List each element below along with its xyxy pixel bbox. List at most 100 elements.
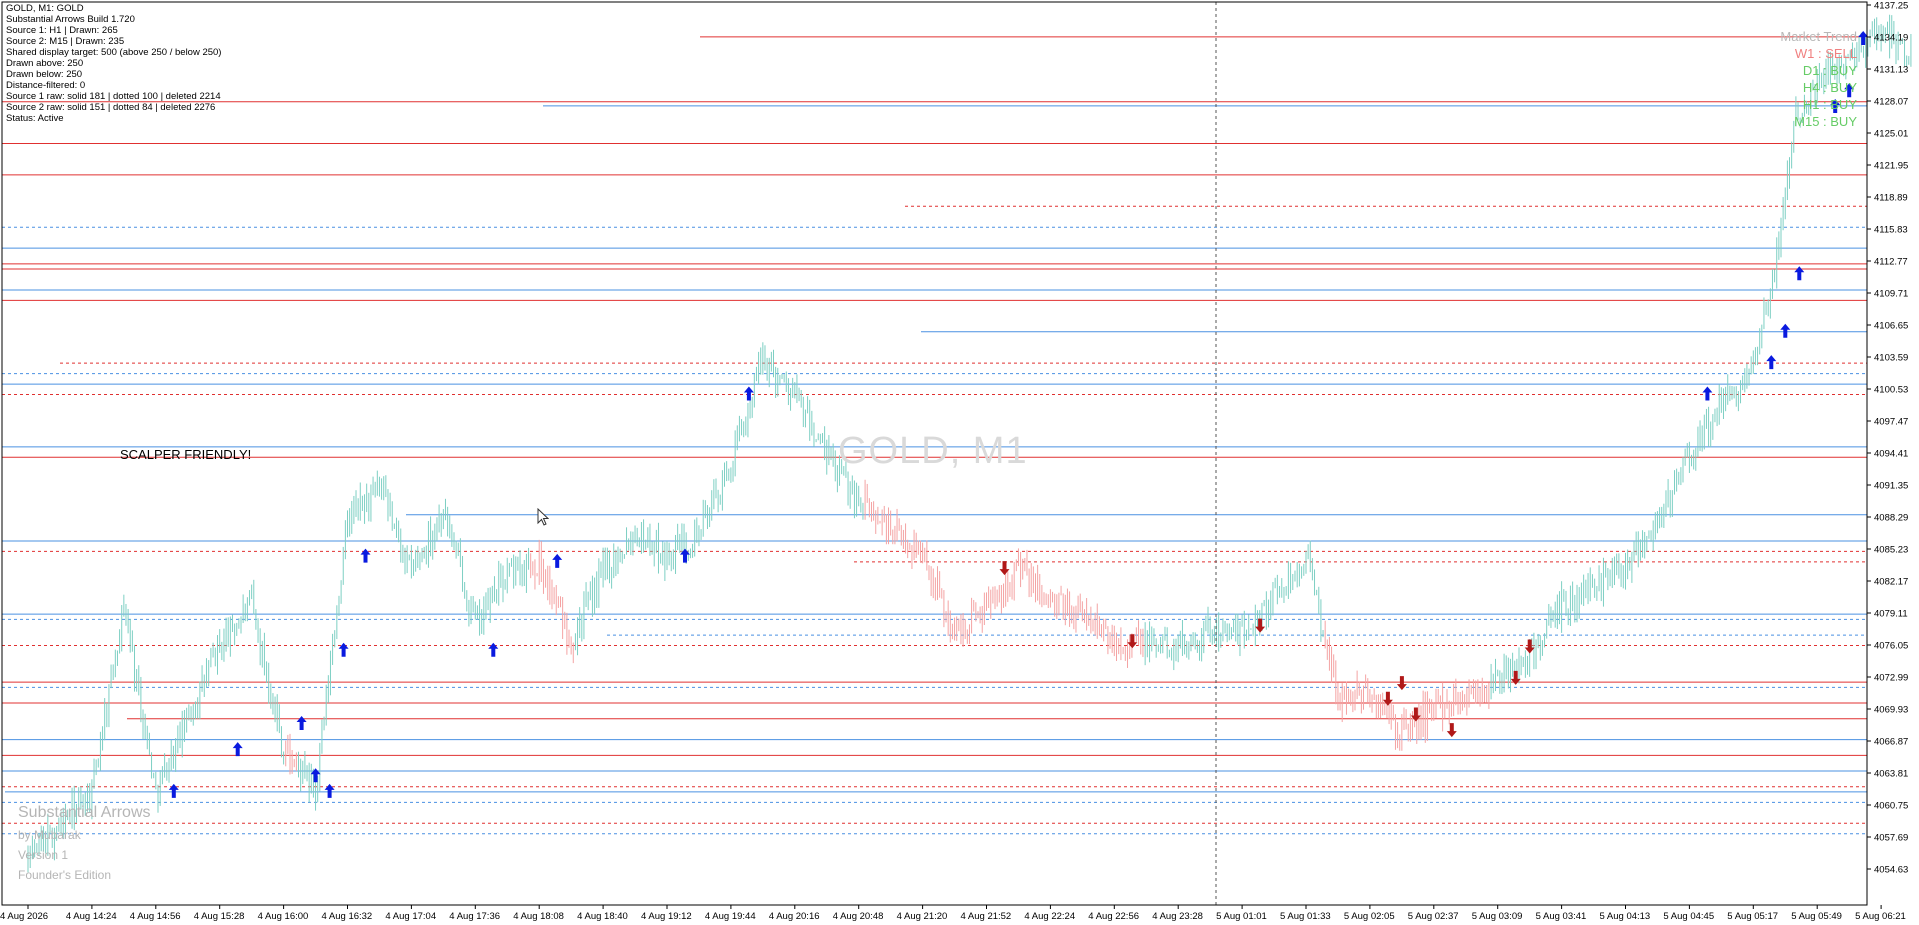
- time-label: 5 Aug 05:17: [1727, 911, 1778, 922]
- market-trend-panel: Market Trend W1 : SELL D1 : BUY H4 : BUY H1 …: [1780, 28, 1857, 130]
- info-line: Distance-filtered: 0: [6, 80, 86, 91]
- buy-arrow-icon: [338, 642, 349, 657]
- time-label: 5 Aug 05:49: [1791, 911, 1842, 922]
- time-label: 5 Aug 01:33: [1280, 911, 1331, 922]
- price-label: 4128.07: [1874, 97, 1908, 108]
- price-label: 4115.83: [1874, 225, 1908, 236]
- price-label: 4079.11: [1874, 609, 1908, 620]
- time-label: 4 Aug 16:32: [322, 911, 373, 922]
- time-label: 4 Aug 21:52: [961, 911, 1012, 922]
- buy-arrow-icon: [296, 715, 307, 730]
- branding-title: Substantial Arrows: [18, 804, 151, 821]
- info-line: Source 1 raw: solid 181 | dotted 100 | d…: [6, 91, 221, 102]
- sell-arrow-icon: [1396, 676, 1407, 691]
- time-label: 4 Aug 18:40: [577, 911, 628, 922]
- buy-arrow-icon: [232, 742, 243, 757]
- info-line: Status: Active: [6, 113, 64, 124]
- price-label: 4085.23: [1874, 545, 1908, 556]
- time-label: 4 Aug 22:56: [1088, 911, 1139, 922]
- time-label: 4 Aug 2026: [0, 911, 48, 922]
- info-line: Shared display target: 500 (above 250 / …: [6, 47, 222, 58]
- sell-arrow-icon: [1446, 723, 1457, 738]
- buy-arrow-icon: [1794, 266, 1805, 281]
- time-label: 5 Aug 02:05: [1344, 911, 1395, 922]
- price-label: 4066.87: [1874, 737, 1908, 748]
- time-label: 5 Aug 04:45: [1663, 911, 1714, 922]
- sell-arrow-icon: [1127, 634, 1138, 649]
- price-label: 4131.13: [1874, 65, 1908, 76]
- buy-arrow-icon: [488, 642, 499, 657]
- info-line: Drawn below: 250: [6, 69, 83, 80]
- time-label: 4 Aug 15:28: [194, 911, 245, 922]
- time-label: 4 Aug 19:12: [641, 911, 692, 922]
- price-label: 4109.71: [1874, 289, 1908, 300]
- time-label: 4 Aug 18:08: [513, 911, 564, 922]
- price-label: 4112.77: [1874, 257, 1908, 268]
- info-line: Source 2 raw: solid 151 | dotted 84 | de…: [6, 102, 216, 113]
- time-label: 4 Aug 21:20: [897, 911, 948, 922]
- trend-line: M15 : BUY: [1794, 114, 1857, 129]
- time-label: 5 Aug 06:21: [1855, 911, 1906, 922]
- scalper-label: SCALPER FRIENDLY!: [120, 447, 252, 462]
- price-label: 4125.01: [1874, 129, 1908, 140]
- time-label: 4 Aug 14:24: [66, 911, 117, 922]
- buy-arrow-icon: [1702, 386, 1713, 401]
- time-axis[interactable]: 4 Aug 2026 4 Aug 14:24 4 Aug 14:56 4 Aug 15…: [0, 905, 1906, 922]
- buy-arrow-icon: [1766, 355, 1777, 370]
- time-label: 4 Aug 17:36: [449, 911, 500, 922]
- time-label: 5 Aug 02:37: [1408, 911, 1459, 922]
- price-axis[interactable]: 4137.25 4134.19 4131.13 4128.07 4125.01 4121.…: [1867, 1, 1908, 876]
- branding-block: Substantial Arrows by Mubarak Version 1 …: [18, 802, 151, 884]
- time-label: 5 Aug 03:41: [1536, 911, 1587, 922]
- time-label: 4 Aug 19:44: [705, 911, 756, 922]
- time-label: 4 Aug 20:16: [769, 911, 820, 922]
- buy-arrow-icon: [168, 783, 179, 798]
- time-label: 5 Aug 04:13: [1600, 911, 1651, 922]
- time-label: 4 Aug 14:56: [130, 911, 181, 922]
- price-label: 4060.75: [1874, 801, 1908, 812]
- branding-author: by Mubarak: [18, 828, 81, 842]
- price-label: 4134.19: [1874, 33, 1908, 44]
- price-label: 4054.63: [1874, 865, 1908, 876]
- info-line: Substantial Arrows Build 1.720: [6, 14, 135, 25]
- price-label: 4076.05: [1874, 641, 1908, 652]
- branding-version: Version 1: [18, 848, 69, 862]
- trend-line: H1 : BUY: [1802, 97, 1857, 112]
- time-label: 4 Aug 16:00: [258, 911, 309, 922]
- mouse-pointer-icon: [537, 508, 549, 526]
- buy-arrow-icon: [552, 553, 563, 568]
- price-label: 4072.99: [1874, 673, 1908, 684]
- info-line: Drawn above: 250: [6, 58, 84, 69]
- symbol-watermark: GOLD, M1: [838, 430, 1028, 472]
- price-label: 4106.65: [1874, 321, 1908, 332]
- time-label: 4 Aug 20:48: [833, 911, 884, 922]
- time-label: 4 Aug 17:04: [385, 911, 436, 922]
- price-label: 4082.17: [1874, 577, 1908, 588]
- time-label: 4 Aug 23:28: [1152, 911, 1203, 922]
- price-label: 4057.69: [1874, 833, 1908, 844]
- buy-arrow-icon: [324, 783, 335, 798]
- time-label: 5 Aug 01:01: [1216, 911, 1267, 922]
- price-label: 4094.41: [1874, 449, 1908, 460]
- price-label: 4088.29: [1874, 513, 1908, 524]
- time-label: 4 Aug 22:24: [1024, 911, 1075, 922]
- sell-arrow-icon: [1255, 618, 1266, 633]
- trend-line: D1 : BUY: [1802, 63, 1857, 78]
- sell-arrow-icon: [1524, 639, 1535, 654]
- price-label: 4097.47: [1874, 417, 1908, 428]
- time-label: 5 Aug 03:09: [1472, 911, 1523, 922]
- info-line: Source 1: H1 | Drawn: 265: [6, 25, 118, 36]
- price-label: 4100.53: [1874, 385, 1908, 396]
- signal-arrows: [168, 30, 1869, 798]
- trend-line: Market Trend: [1780, 29, 1857, 44]
- trend-line: H4 : BUY: [1802, 80, 1857, 95]
- price-label: 4137.25: [1874, 1, 1908, 12]
- buy-arrow-icon: [360, 548, 371, 563]
- buy-arrow-icon: [310, 768, 321, 783]
- price-label: 4118.89: [1874, 193, 1908, 204]
- price-label: 4091.35: [1874, 481, 1908, 492]
- info-line: GOLD, M1: GOLD: [6, 3, 84, 14]
- info-line: Source 2: M15 | Drawn: 235: [6, 36, 125, 47]
- price-label: 4069.93: [1874, 705, 1908, 716]
- price-label: 4121.95: [1874, 161, 1908, 172]
